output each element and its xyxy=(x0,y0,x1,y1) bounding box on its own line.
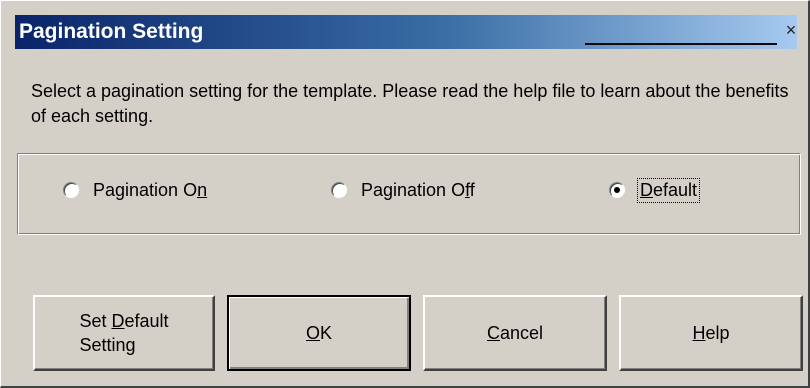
cancel-button[interactable]: Cancel xyxy=(423,295,607,371)
cancel-button-label: Cancel xyxy=(486,323,544,343)
title-bar[interactable]: Pagination Setting × xyxy=(15,15,797,49)
radio-default-label: Default xyxy=(636,177,701,203)
radio-pagination-off-label: Pagination Off xyxy=(361,179,475,200)
radio-pagination-on[interactable]: Pagination On xyxy=(63,176,207,204)
close-icon[interactable]: × xyxy=(781,18,801,42)
pagination-setting-dialog: Pagination Setting × Select a pagination… xyxy=(0,0,810,388)
instruction-text: Select a pagination setting for the temp… xyxy=(31,81,789,126)
radio-pagination-on-label: Pagination On xyxy=(93,179,208,200)
radio-button-checked-icon[interactable] xyxy=(609,182,625,198)
set-default-setting-label: Set Default Setting xyxy=(79,311,169,355)
dialog-title: Pagination Setting xyxy=(19,20,204,43)
radio-button-icon[interactable] xyxy=(331,182,347,198)
radio-pagination-off[interactable]: Pagination Off xyxy=(331,176,475,204)
set-default-setting-button[interactable]: Set Default Setting xyxy=(33,295,215,371)
help-button[interactable]: Help xyxy=(619,295,803,371)
ok-button-label: OK xyxy=(305,323,333,343)
ok-button[interactable]: OK xyxy=(227,295,411,371)
help-button-label: Help xyxy=(692,323,730,343)
radio-default[interactable]: Default xyxy=(609,176,701,204)
title-bar-divider xyxy=(585,43,777,45)
radio-button-icon[interactable] xyxy=(63,182,79,198)
